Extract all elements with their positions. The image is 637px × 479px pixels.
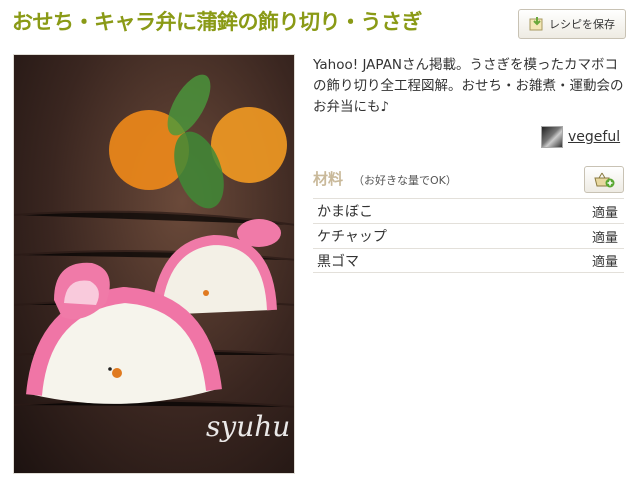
avatar[interactable]	[541, 126, 563, 148]
ingredient-qty: 適量	[591, 205, 618, 221]
save-recipe-label: レシピを保存	[549, 18, 615, 31]
ingredient-name: かまぼこ	[317, 204, 373, 220]
list-item: ケチャップ 適量	[313, 223, 624, 248]
recipe-description: Yahoo! JAPANさん掲載。うさぎを模ったカマボコの飾り切り全工程図解。お…	[313, 57, 624, 115]
photo-watermark: syuhu	[206, 410, 291, 443]
ingredient-name: 黒ゴマ	[317, 253, 359, 270]
save-to-folder-icon	[529, 17, 543, 31]
ingredient-name: ケチャップ	[317, 229, 387, 245]
author-link[interactable]: vegeful	[568, 129, 620, 145]
ingredients-note: （お好きな量でOK）	[353, 174, 457, 187]
ingredients-header: 材料 （お好きな量でOK）	[313, 168, 457, 189]
shopping-basket-add-icon	[594, 172, 615, 187]
list-item: 黒ゴマ 適量	[313, 248, 624, 273]
ingredients-heading: 材料	[313, 170, 344, 188]
author-block[interactable]: vegeful	[541, 126, 620, 148]
ingredients-list: かまぼこ 適量 ケチャップ 適量 黒ゴマ 適量	[313, 198, 624, 273]
ingredient-qty: 適量	[591, 255, 618, 270]
save-recipe-button[interactable]: レシピを保存	[518, 9, 626, 39]
ingredient-qty: 適量	[591, 230, 618, 246]
add-to-shopping-list-button[interactable]	[584, 166, 624, 193]
list-item: かまぼこ 適量	[313, 198, 624, 223]
recipe-photo[interactable]: syuhu	[13, 54, 295, 474]
recipe-title: おせち・キャラ弁に蒲鉾の飾り切り・うさぎ	[12, 10, 423, 34]
